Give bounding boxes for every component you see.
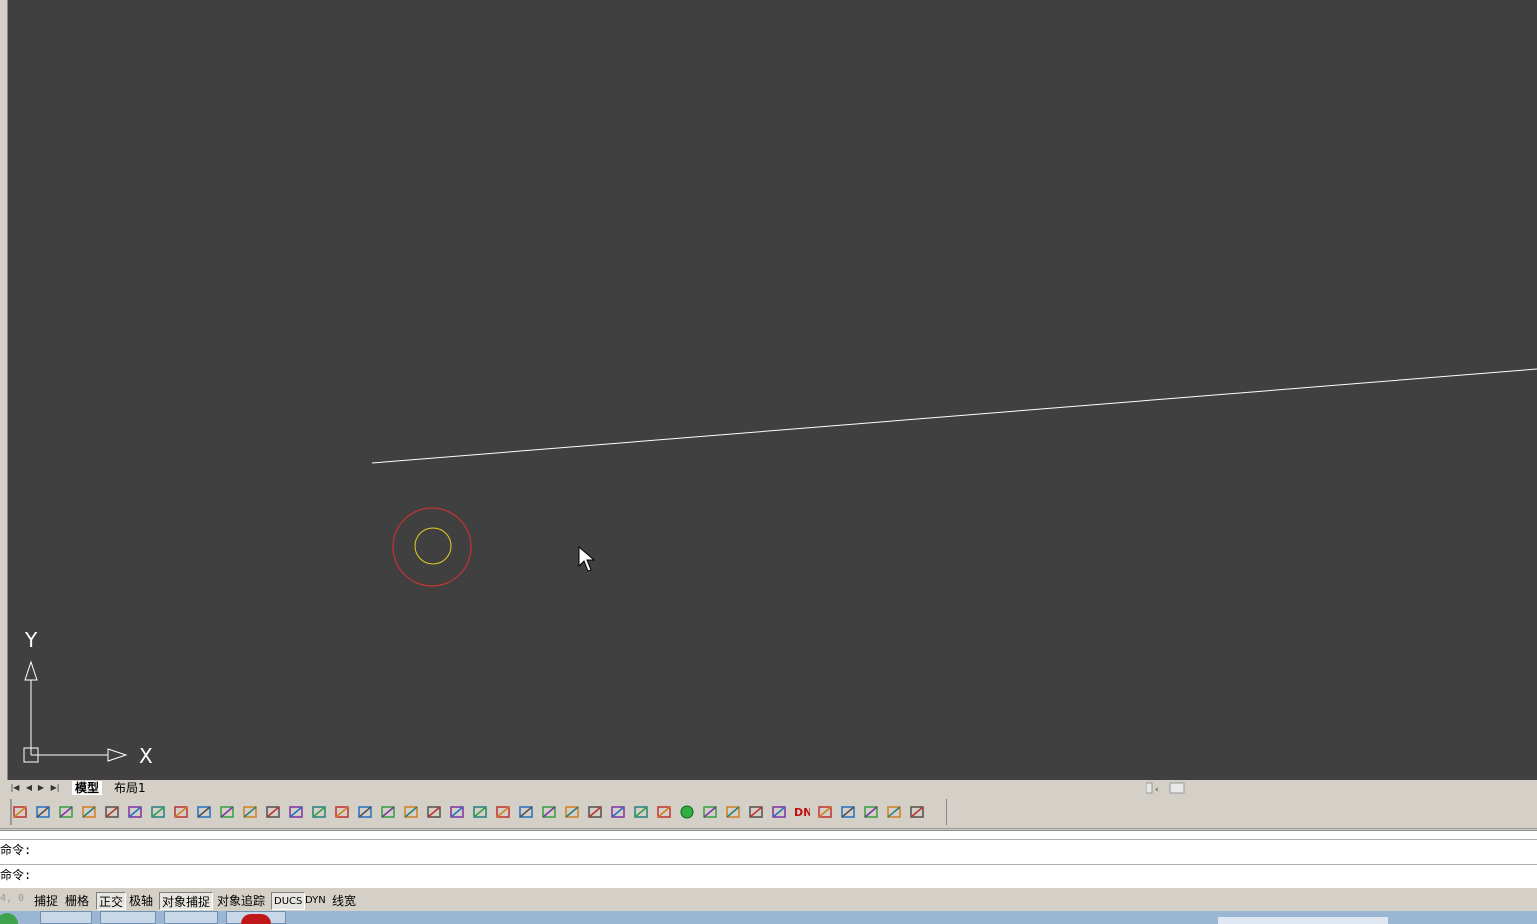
drawing-svg[interactable]: Y X	[0, 0, 1537, 780]
snap-toggle[interactable]: 捕捉	[32, 892, 60, 910]
link-icon[interactable]	[403, 804, 419, 820]
pipe-icon[interactable]	[150, 804, 166, 820]
slope-icon[interactable]	[817, 804, 833, 820]
arc-pipe-icon[interactable]	[173, 804, 189, 820]
lineweight-toggle[interactable]: 线宽	[330, 892, 358, 910]
first-tab-icon[interactable]: |◀	[10, 782, 20, 793]
command-window[interactable]: 命令: 命令:	[0, 830, 1537, 888]
elevation-bar-icon[interactable]	[886, 804, 902, 820]
taskbar-item-app4[interactable]	[226, 911, 286, 924]
layer-state-icon[interactable]	[35, 804, 51, 820]
pen-icon[interactable]	[196, 804, 212, 820]
ucs-x-label: X	[139, 744, 153, 768]
taskbar-tray-area	[1218, 917, 1388, 924]
list-icon[interactable]	[265, 804, 281, 820]
attribute-icon[interactable]	[633, 804, 649, 820]
taskbar-item-app2[interactable]	[100, 911, 156, 924]
box-icon[interactable]	[449, 804, 465, 820]
custom-toolbar: DN	[0, 796, 1537, 829]
ducs-toggle[interactable]: DUCS	[271, 892, 306, 910]
column-icon[interactable]	[863, 804, 879, 820]
arrow-icon[interactable]	[771, 804, 787, 820]
drawing-canvas[interactable]: Y X	[0, 0, 1537, 780]
horizontal-scrollbar[interactable]: ‹	[1146, 782, 1186, 794]
ortho-toggle[interactable]: 正交	[96, 892, 127, 910]
command-input-line[interactable]: 命令:	[0, 865, 31, 885]
section-icon[interactable]	[748, 804, 764, 820]
zoom-window-icon[interactable]	[127, 804, 143, 820]
layer-match-icon[interactable]	[58, 804, 74, 820]
branch-icon[interactable]	[380, 804, 396, 820]
ucs-y-label: Y	[24, 628, 38, 652]
elevation-icon[interactable]	[242, 804, 258, 820]
layer-manager-icon[interactable]	[12, 804, 28, 820]
axis-icon[interactable]	[909, 804, 925, 820]
save-icon[interactable]	[104, 804, 120, 820]
dn-label-icon[interactable]: DN	[794, 804, 810, 820]
solid-icon[interactable]	[725, 804, 741, 820]
last-tab-icon[interactable]: ▶|	[50, 782, 60, 793]
osnap-toggle[interactable]: 对象捕捉	[159, 892, 214, 910]
valve-icon[interactable]	[288, 804, 304, 820]
layout-tab-bar: |◀ ◀ ▶ ▶| 模型 布局1 ‹	[0, 780, 1537, 796]
otrack-toggle[interactable]: 对象追踪	[215, 892, 267, 910]
node-icon[interactable]	[587, 804, 603, 820]
scale-icon[interactable]	[564, 804, 580, 820]
select-icon[interactable]	[840, 804, 856, 820]
record-icon	[241, 914, 271, 924]
terrain-icon[interactable]	[610, 804, 626, 820]
sphere-icon[interactable]	[679, 804, 695, 820]
taskbar-item-app3[interactable]	[164, 911, 218, 924]
table-icon[interactable]	[541, 804, 557, 820]
fitting-icon[interactable]	[334, 804, 350, 820]
outer-circle-entity[interactable]	[392, 507, 472, 587]
grid-table-icon[interactable]	[357, 804, 373, 820]
svg-text:‹: ‹	[1155, 785, 1159, 794]
tap-icon[interactable]	[311, 804, 327, 820]
command-line-1: 命令:	[0, 843, 32, 857]
os-taskbar	[0, 911, 1537, 924]
cube-icon[interactable]	[702, 804, 718, 820]
dyn-toggle[interactable]: DYN	[303, 892, 328, 910]
ucs-icon	[23, 660, 128, 763]
level-icon[interactable]	[219, 804, 235, 820]
polyline-entity[interactable]	[371, 368, 1537, 464]
grid-toggle[interactable]: 栅格	[63, 892, 91, 910]
layer-iso-icon[interactable]	[81, 804, 97, 820]
coordinate-readout[interactable]: 4, 0	[0, 893, 24, 904]
status-bar: 4, 0 捕捉 栅格 正交 极轴 对象捕捉 对象追踪 DUCS DYN 线宽	[0, 887, 1537, 912]
taskbar-item-explorer[interactable]	[40, 911, 92, 924]
prev-tab-icon[interactable]: ◀	[24, 782, 34, 793]
text-icon[interactable]	[518, 804, 534, 820]
line-icon[interactable]	[656, 804, 672, 820]
tab-model[interactable]: 模型	[72, 781, 103, 795]
dn-label-text: DN	[794, 806, 810, 819]
inner-circle-entity[interactable]	[414, 527, 452, 565]
next-tab-icon[interactable]: ▶	[36, 782, 46, 793]
mouse-cursor-icon	[578, 545, 596, 572]
polar-toggle[interactable]: 极轴	[127, 892, 155, 910]
edit-icon[interactable]	[495, 804, 511, 820]
block-icon[interactable]	[426, 804, 442, 820]
toolbar-strip: DN	[10, 799, 947, 825]
tab-layout1[interactable]: 布局1	[111, 781, 149, 795]
start-button-icon[interactable]	[0, 913, 18, 924]
dim-icon[interactable]	[472, 804, 488, 820]
